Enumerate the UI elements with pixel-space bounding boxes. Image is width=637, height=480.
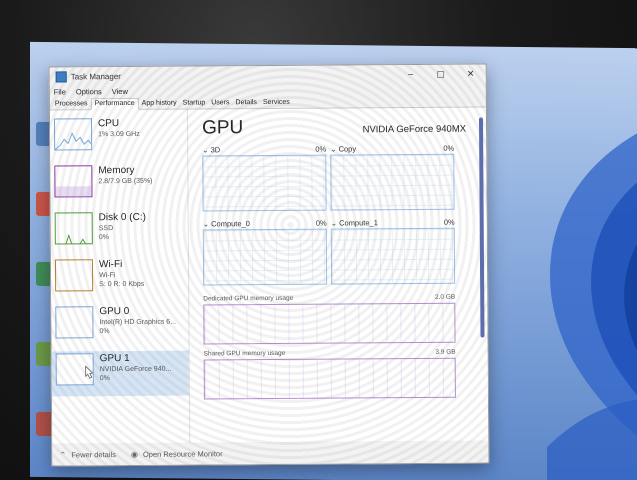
fewer-details-label: Fewer details [71, 449, 116, 459]
disk-thumbnail [54, 212, 93, 245]
resource-usage: 0% [99, 375, 110, 383]
resource-item-wifi[interactable]: Wi-Fi Wi-Fi S: 0 R: 0 Kbps [51, 257, 188, 303]
tab-users[interactable]: Users [208, 98, 232, 108]
graph-label: Compute_1 [339, 218, 378, 228]
resource-item-gpu-0[interactable]: GPU 0 Intel(R) HD Graphics 6... 0% [51, 304, 188, 350]
resource-item-disk[interactable]: Disk 0 (C:) SSD 0% [51, 210, 188, 256]
shared-memory-graph: Shared GPU memory usage 3.9 GB [204, 349, 478, 400]
close-button[interactable]: ✕ [456, 64, 486, 82]
resource-name: CPU [97, 118, 120, 130]
resource-name: Disk 0 (C:) [98, 211, 146, 224]
cpu-thumbnail [53, 118, 93, 151]
window-controls: – ▢ ✕ [396, 64, 486, 83]
resource-detail: Wi-Fi [99, 272, 116, 280]
resource-name: Memory [98, 164, 135, 177]
resource-item-gpu-1[interactable]: GPU 1 NVIDIA GeForce 940... 0% [51, 350, 189, 397]
gpu-model-name: NVIDIA GeForce 940MX [362, 123, 467, 136]
shared-memory-max: 3.9 GB [435, 348, 456, 356]
graph-label: 3D [210, 145, 221, 155]
graph-compute-1: ⌄ Compute_1 0% [330, 217, 456, 285]
resource-usage: 0% [99, 328, 110, 336]
tab-processes[interactable]: Processes [52, 99, 91, 109]
graph-canvas [202, 154, 327, 212]
resource-name: GPU 1 [99, 352, 130, 365]
menu-file[interactable]: File [54, 87, 66, 96]
dedicated-memory-max: 2.0 GB [434, 293, 456, 301]
resource-detail: 1% 3.09 GHz [98, 130, 140, 139]
window-title: Task Manager [70, 71, 121, 81]
resource-item-cpu[interactable]: CPU 1% 3.09 GHz [50, 116, 187, 162]
resource-usage: S: 0 R: 0 Kbps [99, 280, 145, 289]
gpu-0-thumbnail [55, 306, 94, 339]
panel-title: GPU [201, 117, 244, 139]
graph-value: 0% [315, 144, 327, 154]
graph-value: 0% [443, 143, 455, 153]
dedicated-memory-label: Dedicated GPU memory usage [203, 294, 294, 303]
gpu-detail-panel: GPU NVIDIA GeForce 940MX ⌄ 3D 0% ⌄ Copy … [188, 107, 488, 442]
open-resource-monitor-link[interactable]: ◉ Open Resource Monitor [130, 449, 223, 459]
performance-content: CPU 1% 3.09 GHz Memory 2.8/7.9 GB (35%) [49, 107, 489, 444]
resource-item-memory[interactable]: Memory 2.8/7.9 GB (35%) [50, 163, 187, 209]
minimize-button[interactable]: – [396, 65, 426, 83]
mouse-pointer-icon [85, 365, 94, 379]
tab-details[interactable]: Details [232, 98, 259, 108]
graph-canvas [202, 228, 328, 286]
title-bar[interactable]: Task Manager – ▢ ✕ [49, 64, 486, 86]
resource-monitor-icon: ◉ [130, 449, 138, 459]
resource-detail: 2.8/7.9 GB (35%) [98, 177, 153, 186]
graph-3d: ⌄ 3D 0% [202, 144, 327, 212]
engine-selector-compute-1[interactable]: ⌄ Compute_1 [331, 218, 378, 228]
resource-monitor-label: Open Resource Monitor [142, 448, 223, 459]
engine-selector-copy[interactable]: ⌄ Copy [330, 144, 356, 154]
resource-detail: NVIDIA GeForce 940... [99, 365, 172, 374]
footer-bar: ⌃ Fewer details ◉ Open Resource Monitor [52, 440, 489, 466]
task-manager-window: Task Manager – ▢ ✕ File Options View Pro… [48, 63, 490, 467]
tab-startup[interactable]: Startup [180, 98, 209, 108]
wifi-thumbnail [54, 259, 94, 292]
tab-performance[interactable]: Performance [90, 97, 139, 111]
vertical-scrollbar[interactable] [478, 117, 485, 338]
graph-canvas [203, 357, 456, 400]
tab-services[interactable]: Services [260, 98, 293, 108]
shared-memory-label: Shared GPU memory usage [203, 349, 286, 358]
resource-list: CPU 1% 3.09 GHz Memory 2.8/7.9 GB (35%) [49, 109, 191, 444]
task-manager-icon [55, 70, 67, 82]
fewer-details-button[interactable]: ⌃ Fewer details [58, 450, 116, 459]
gpu-1-thumbnail [55, 353, 94, 386]
resource-detail: SSD [98, 225, 114, 233]
resource-name: Wi-Fi [98, 259, 123, 271]
engine-selector-3d[interactable]: ⌄ 3D [202, 145, 220, 155]
graph-canvas [330, 153, 455, 211]
graph-copy: ⌄ Copy 0% [330, 143, 455, 211]
graph-value: 0% [443, 217, 455, 227]
graph-label: Copy [338, 144, 357, 154]
graph-label: Compute_0 [211, 219, 250, 229]
dedicated-memory-graph: Dedicated GPU memory usage 2.0 GB [203, 294, 477, 345]
menu-options[interactable]: Options [76, 87, 102, 96]
resource-name: GPU 0 [99, 305, 130, 318]
engine-graphs: ⌄ 3D 0% ⌄ Copy 0% ⌄ Compute_0 0% ⌄ Compu… [202, 144, 477, 286]
graph-compute-0: ⌄ Compute_0 0% [202, 218, 328, 286]
resource-usage: 0% [98, 234, 109, 242]
engine-selector-compute-0[interactable]: ⌄ Compute_0 [203, 219, 250, 229]
chevron-up-icon: ⌃ [59, 449, 67, 459]
menu-view[interactable]: View [112, 86, 128, 95]
memory-thumbnail [54, 165, 93, 198]
maximize-button[interactable]: ▢ [426, 65, 456, 83]
tab-app-history[interactable]: App history [139, 99, 180, 109]
graph-canvas [330, 227, 456, 285]
graph-canvas [203, 302, 456, 345]
graph-value: 0% [315, 218, 327, 228]
